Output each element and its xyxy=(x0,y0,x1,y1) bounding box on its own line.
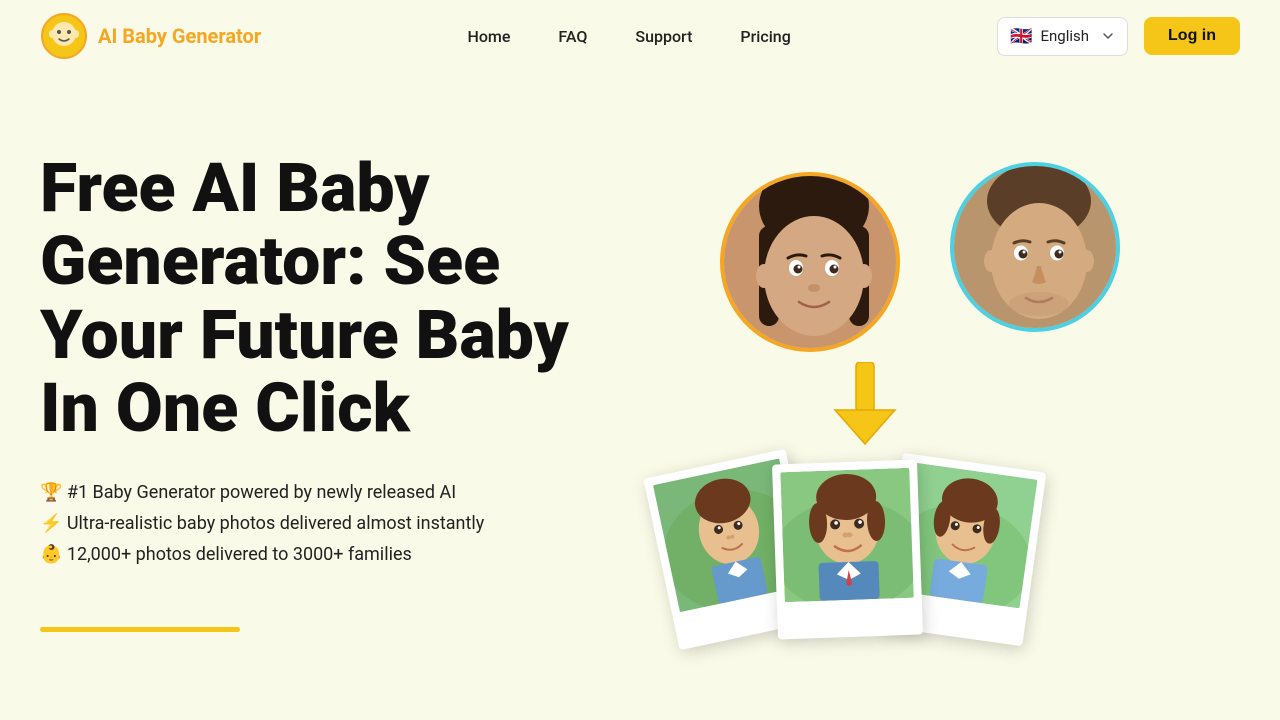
bottom-accent-bar xyxy=(40,627,240,632)
baby-photo-bg-center xyxy=(780,468,913,602)
feature-item-3: 👶 12,000+ photos delivered to 3000+ fami… xyxy=(40,544,640,565)
main-nav: Home FAQ Support Pricing xyxy=(467,27,790,46)
feature-item-1: 🏆 #1 Baby Generator powered by newly rel… xyxy=(40,482,640,503)
down-arrow xyxy=(830,362,900,457)
language-selector[interactable]: 🇬🇧 English xyxy=(997,17,1128,56)
flag-icon: 🇬🇧 xyxy=(1010,26,1032,47)
features-list: 🏆 #1 Baby Generator powered by newly rel… xyxy=(40,482,640,565)
hero-title: Free AI Baby Generator: See Your Future … xyxy=(40,152,640,446)
nav-faq[interactable]: FAQ xyxy=(558,27,587,46)
nav-pricing[interactable]: Pricing xyxy=(740,27,790,46)
mom-face-svg xyxy=(724,176,900,352)
dad-photo-circle xyxy=(950,162,1120,332)
feature-item-2: ⚡ Ultra-realistic baby photos delivered … xyxy=(40,513,640,534)
dad-face-svg xyxy=(954,166,1120,332)
main-content: Free AI Baby Generator: See Your Future … xyxy=(0,72,1280,632)
baby-photo-svg-center xyxy=(780,468,913,602)
header: AI Baby Generator Home FAQ Support Prici… xyxy=(0,0,1280,72)
baby-photos-group xyxy=(660,462,1035,637)
left-content: Free AI Baby Generator: See Your Future … xyxy=(40,132,640,632)
logo-link[interactable]: AI Baby Generator xyxy=(40,12,261,60)
login-button[interactable]: Log in xyxy=(1144,17,1240,55)
header-right: 🇬🇧 English Log in xyxy=(997,17,1240,56)
nav-support[interactable]: Support xyxy=(635,27,692,46)
logo-text: AI Baby Generator xyxy=(98,24,261,48)
language-label: English xyxy=(1040,27,1089,45)
logo-icon xyxy=(40,12,88,60)
right-visual xyxy=(640,132,1240,632)
arrow-down-icon xyxy=(830,362,900,447)
baby-polaroid-center xyxy=(772,460,923,640)
nav-home[interactable]: Home xyxy=(467,27,510,46)
mom-photo-circle xyxy=(720,172,900,352)
chevron-down-icon xyxy=(1101,29,1115,43)
